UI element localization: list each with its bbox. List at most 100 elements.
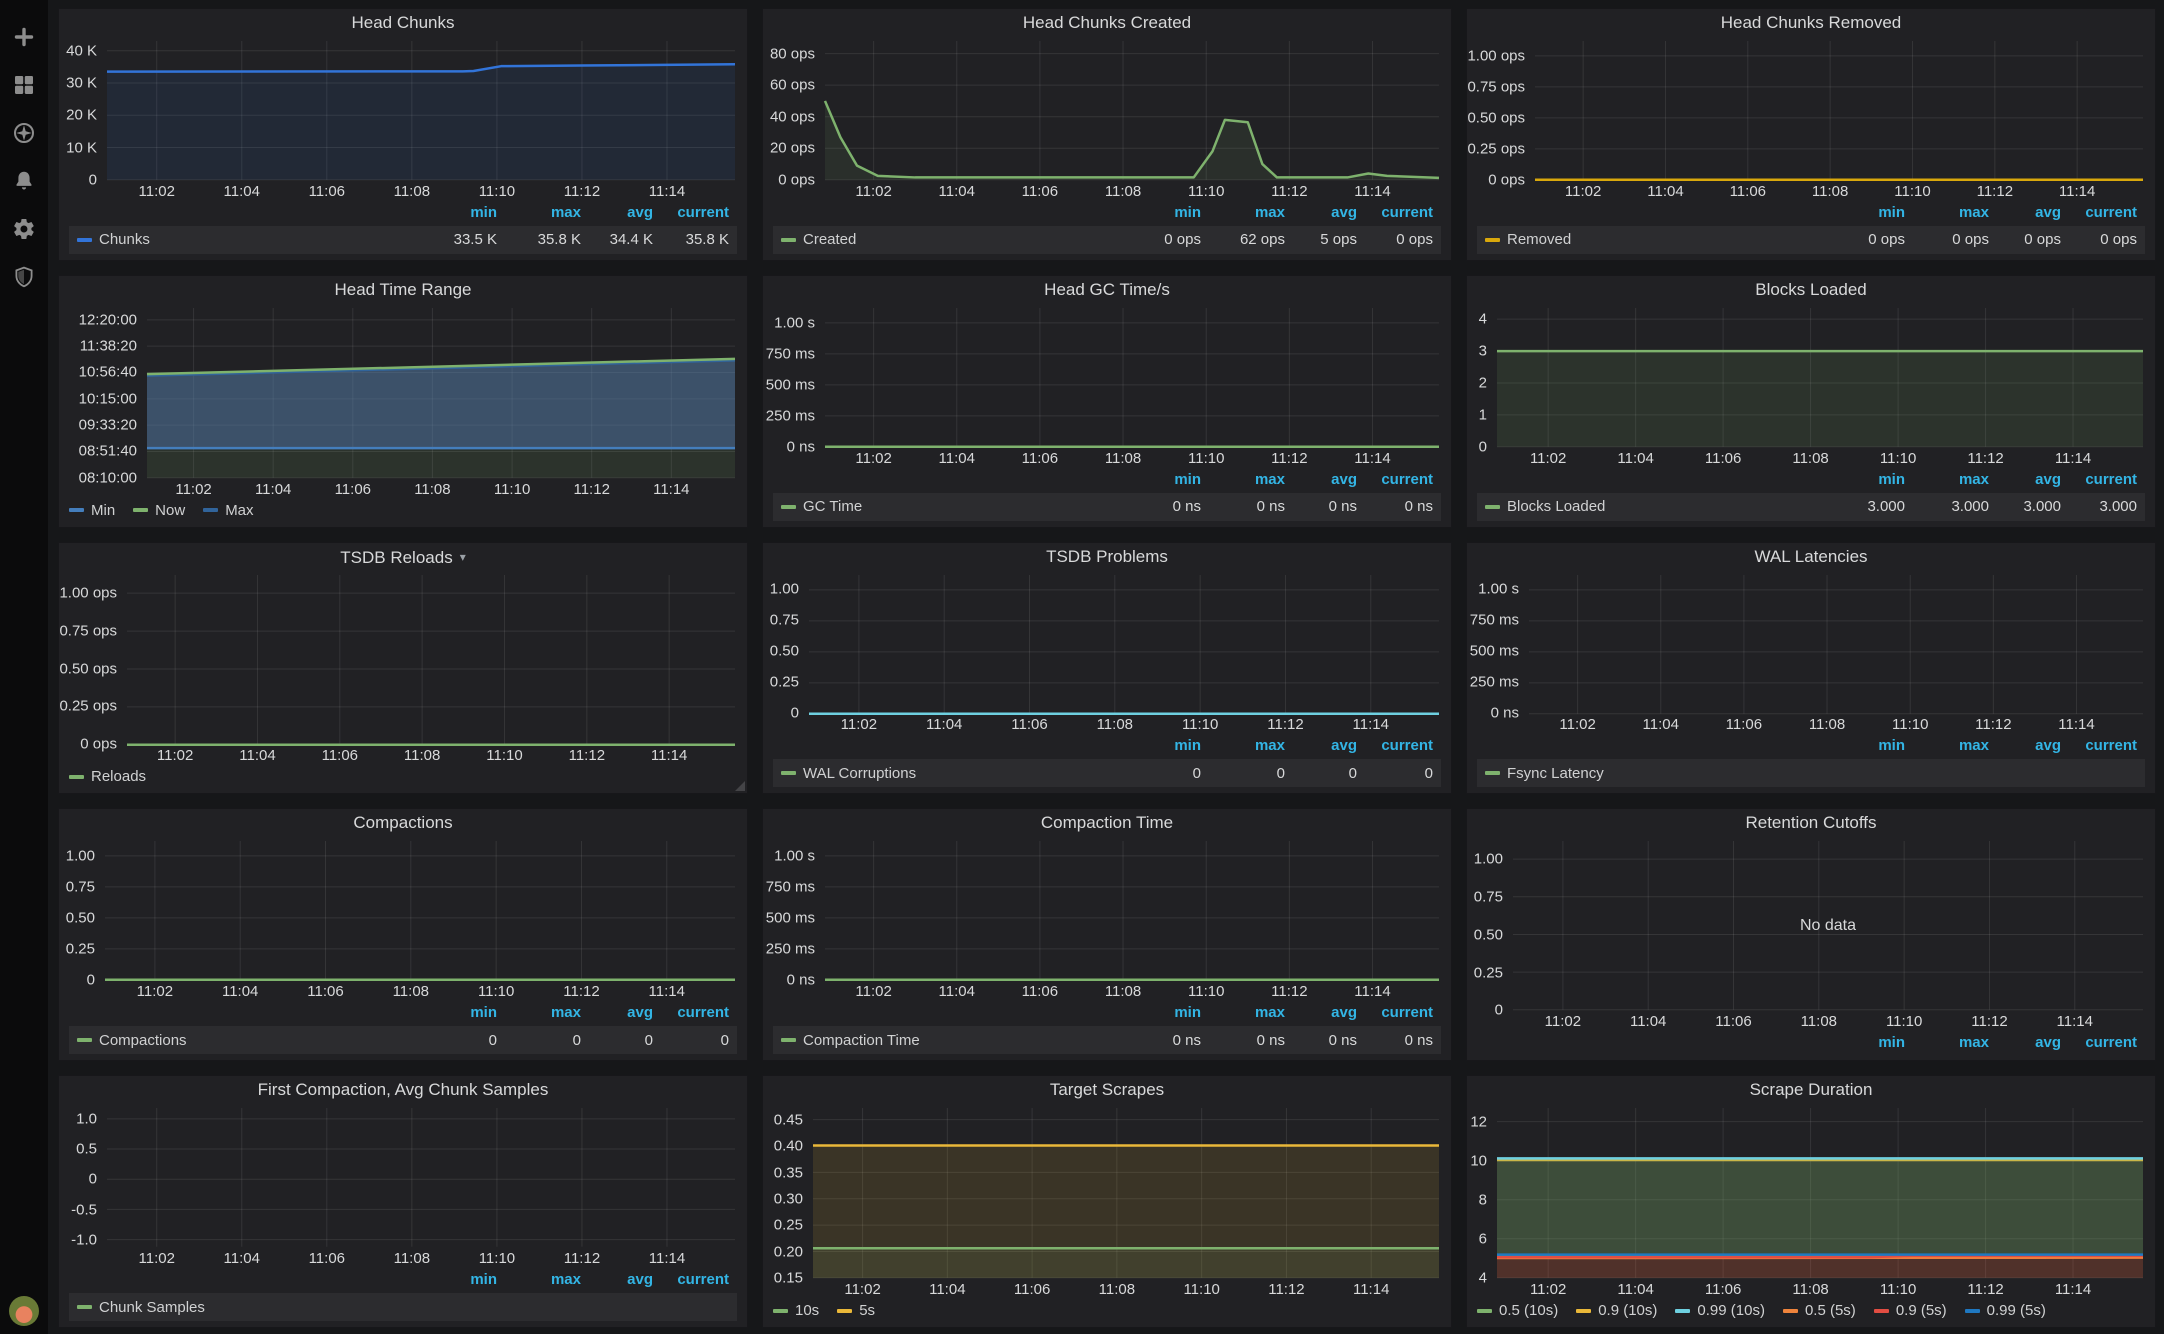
time-series-graph[interactable] [825,308,1439,447]
panel-title[interactable]: Head Chunks Removed [1467,9,2155,37]
legend-series-toggle[interactable]: Blocks Loaded [1485,498,1605,515]
stat-header-max[interactable]: max [1201,1002,1285,1024]
panel-title[interactable]: Retention Cutoffs [1467,809,2155,837]
stat-header-min[interactable]: min [413,202,497,224]
legend-series-toggle[interactable]: 0.5 (5s) [1783,1302,1856,1319]
stat-header-min[interactable]: min [1821,202,1905,224]
stat-header-avg[interactable]: avg [1989,202,2061,224]
sidebar-item-dashboards[interactable] [11,72,37,98]
stat-header-max[interactable]: max [1905,469,1989,491]
stat-header-min[interactable]: min [1821,469,1905,491]
legend-series-toggle[interactable]: 0.9 (5s) [1874,1302,1947,1319]
legend-series-toggle[interactable]: Chunk Samples [77,1299,205,1316]
stat-header-current[interactable]: current [1357,735,1433,757]
legend-series-toggle[interactable]: 0.5 (10s) [1477,1302,1558,1319]
sidebar-item-server-admin[interactable] [11,264,37,290]
stat-header-max[interactable]: max [1905,735,1989,757]
stat-header-max[interactable]: max [497,1002,581,1024]
panel-resize-handle[interactable] [735,781,745,791]
panel-title[interactable]: Head GC Time/s [763,276,1451,304]
legend-series-toggle[interactable]: Compaction Time [781,1032,920,1049]
legend-series-toggle[interactable]: Chunks [77,231,150,248]
stat-header-min[interactable]: min [1821,1032,1905,1054]
panel-title[interactable]: Head Chunks Created [763,9,1451,37]
stat-header-max[interactable]: max [1905,202,1989,224]
legend-series-toggle[interactable]: Fsync Latency [1485,765,1604,782]
stat-header-min[interactable]: min [1117,735,1201,757]
stat-header-avg[interactable]: avg [1989,469,2061,491]
time-series-graph[interactable] [1513,841,2143,1010]
legend-series-toggle[interactable]: 0.9 (10s) [1576,1302,1657,1319]
stat-header-min[interactable]: min [1117,1002,1201,1024]
panel-title[interactable]: Scrape Duration [1467,1076,2155,1104]
stat-header-current[interactable]: current [1357,202,1433,224]
stat-header-max[interactable]: max [1201,469,1285,491]
stat-header-avg[interactable]: avg [581,1002,653,1024]
panel-title[interactable]: Target Scrapes [763,1076,1451,1104]
time-series-graph[interactable] [105,841,735,980]
stat-header-current[interactable]: current [2061,202,2137,224]
stat-header-current[interactable]: current [1357,1002,1433,1024]
time-series-graph[interactable] [107,41,735,180]
time-series-graph[interactable] [1497,1108,2143,1278]
stat-header-min[interactable]: min [1821,735,1905,757]
stat-header-avg[interactable]: avg [1285,1002,1357,1024]
stat-header-avg[interactable]: avg [581,202,653,224]
legend-series-toggle[interactable]: Compactions [77,1032,187,1049]
stat-header-avg[interactable]: avg [1285,469,1357,491]
panel-title[interactable]: First Compaction, Avg Chunk Samples [59,1076,747,1104]
legend-series-toggle[interactable]: Now [133,502,185,519]
stat-header-min[interactable]: min [1117,469,1201,491]
legend-series-toggle[interactable]: GC Time [781,498,862,515]
panel-title[interactable]: WAL Latencies [1467,543,2155,571]
legend-series-toggle[interactable]: 10s [773,1302,819,1319]
legend-series-toggle[interactable]: Min [69,502,115,519]
legend-series-toggle[interactable]: 5s [837,1302,875,1319]
stat-header-current[interactable]: current [653,1002,729,1024]
panel-title[interactable]: Head Time Range [59,276,747,304]
legend-series-toggle[interactable]: Removed [1485,231,1571,248]
time-series-graph[interactable] [813,1108,1439,1278]
panel-title[interactable]: Blocks Loaded [1467,276,2155,304]
stat-header-current[interactable]: current [2061,1032,2137,1054]
time-series-graph[interactable] [825,41,1439,180]
stat-header-max[interactable]: max [497,202,581,224]
time-series-graph[interactable] [127,575,735,745]
grafana-avatar[interactable] [9,1296,39,1326]
panel-title[interactable]: Compaction Time [763,809,1451,837]
stat-header-max[interactable]: max [1201,202,1285,224]
time-series-graph[interactable] [1535,41,2143,180]
stat-header-current[interactable]: current [653,1269,729,1291]
legend-series-toggle[interactable]: WAL Corruptions [781,765,916,782]
stat-header-avg[interactable]: avg [581,1269,653,1291]
sidebar-item-add[interactable] [11,24,37,50]
stat-header-min[interactable]: min [413,1269,497,1291]
stat-header-avg[interactable]: avg [1989,1032,2061,1054]
legend-series-toggle[interactable]: Created [781,231,856,248]
time-series-graph[interactable] [1529,575,2143,714]
sidebar-item-alerting[interactable] [11,168,37,194]
legend-series-toggle[interactable]: 0.99 (10s) [1675,1302,1765,1319]
legend-series-toggle[interactable]: Max [203,502,253,519]
stat-header-current[interactable]: current [1357,469,1433,491]
panel-title[interactable]: TSDB Reloads▾ [59,543,747,571]
panel-title[interactable]: TSDB Problems [763,543,1451,571]
stat-header-max[interactable]: max [1201,735,1285,757]
stat-header-avg[interactable]: avg [1285,202,1357,224]
time-series-graph[interactable] [107,1108,735,1247]
legend-series-toggle[interactable]: Reloads [69,768,146,785]
panel-title[interactable]: Head Chunks [59,9,747,37]
time-series-graph[interactable] [1497,308,2143,447]
sidebar-item-configuration[interactable] [11,216,37,242]
stat-header-max[interactable]: max [1905,1032,1989,1054]
stat-header-min[interactable]: min [1117,202,1201,224]
time-series-graph[interactable] [147,308,735,478]
panel-title[interactable]: Compactions [59,809,747,837]
stat-header-max[interactable]: max [497,1269,581,1291]
time-series-graph[interactable] [825,841,1439,980]
time-series-graph[interactable] [809,575,1439,714]
stat-header-current[interactable]: current [653,202,729,224]
stat-header-current[interactable]: current [2061,735,2137,757]
sidebar-item-explore[interactable] [11,120,37,146]
stat-header-min[interactable]: min [413,1002,497,1024]
